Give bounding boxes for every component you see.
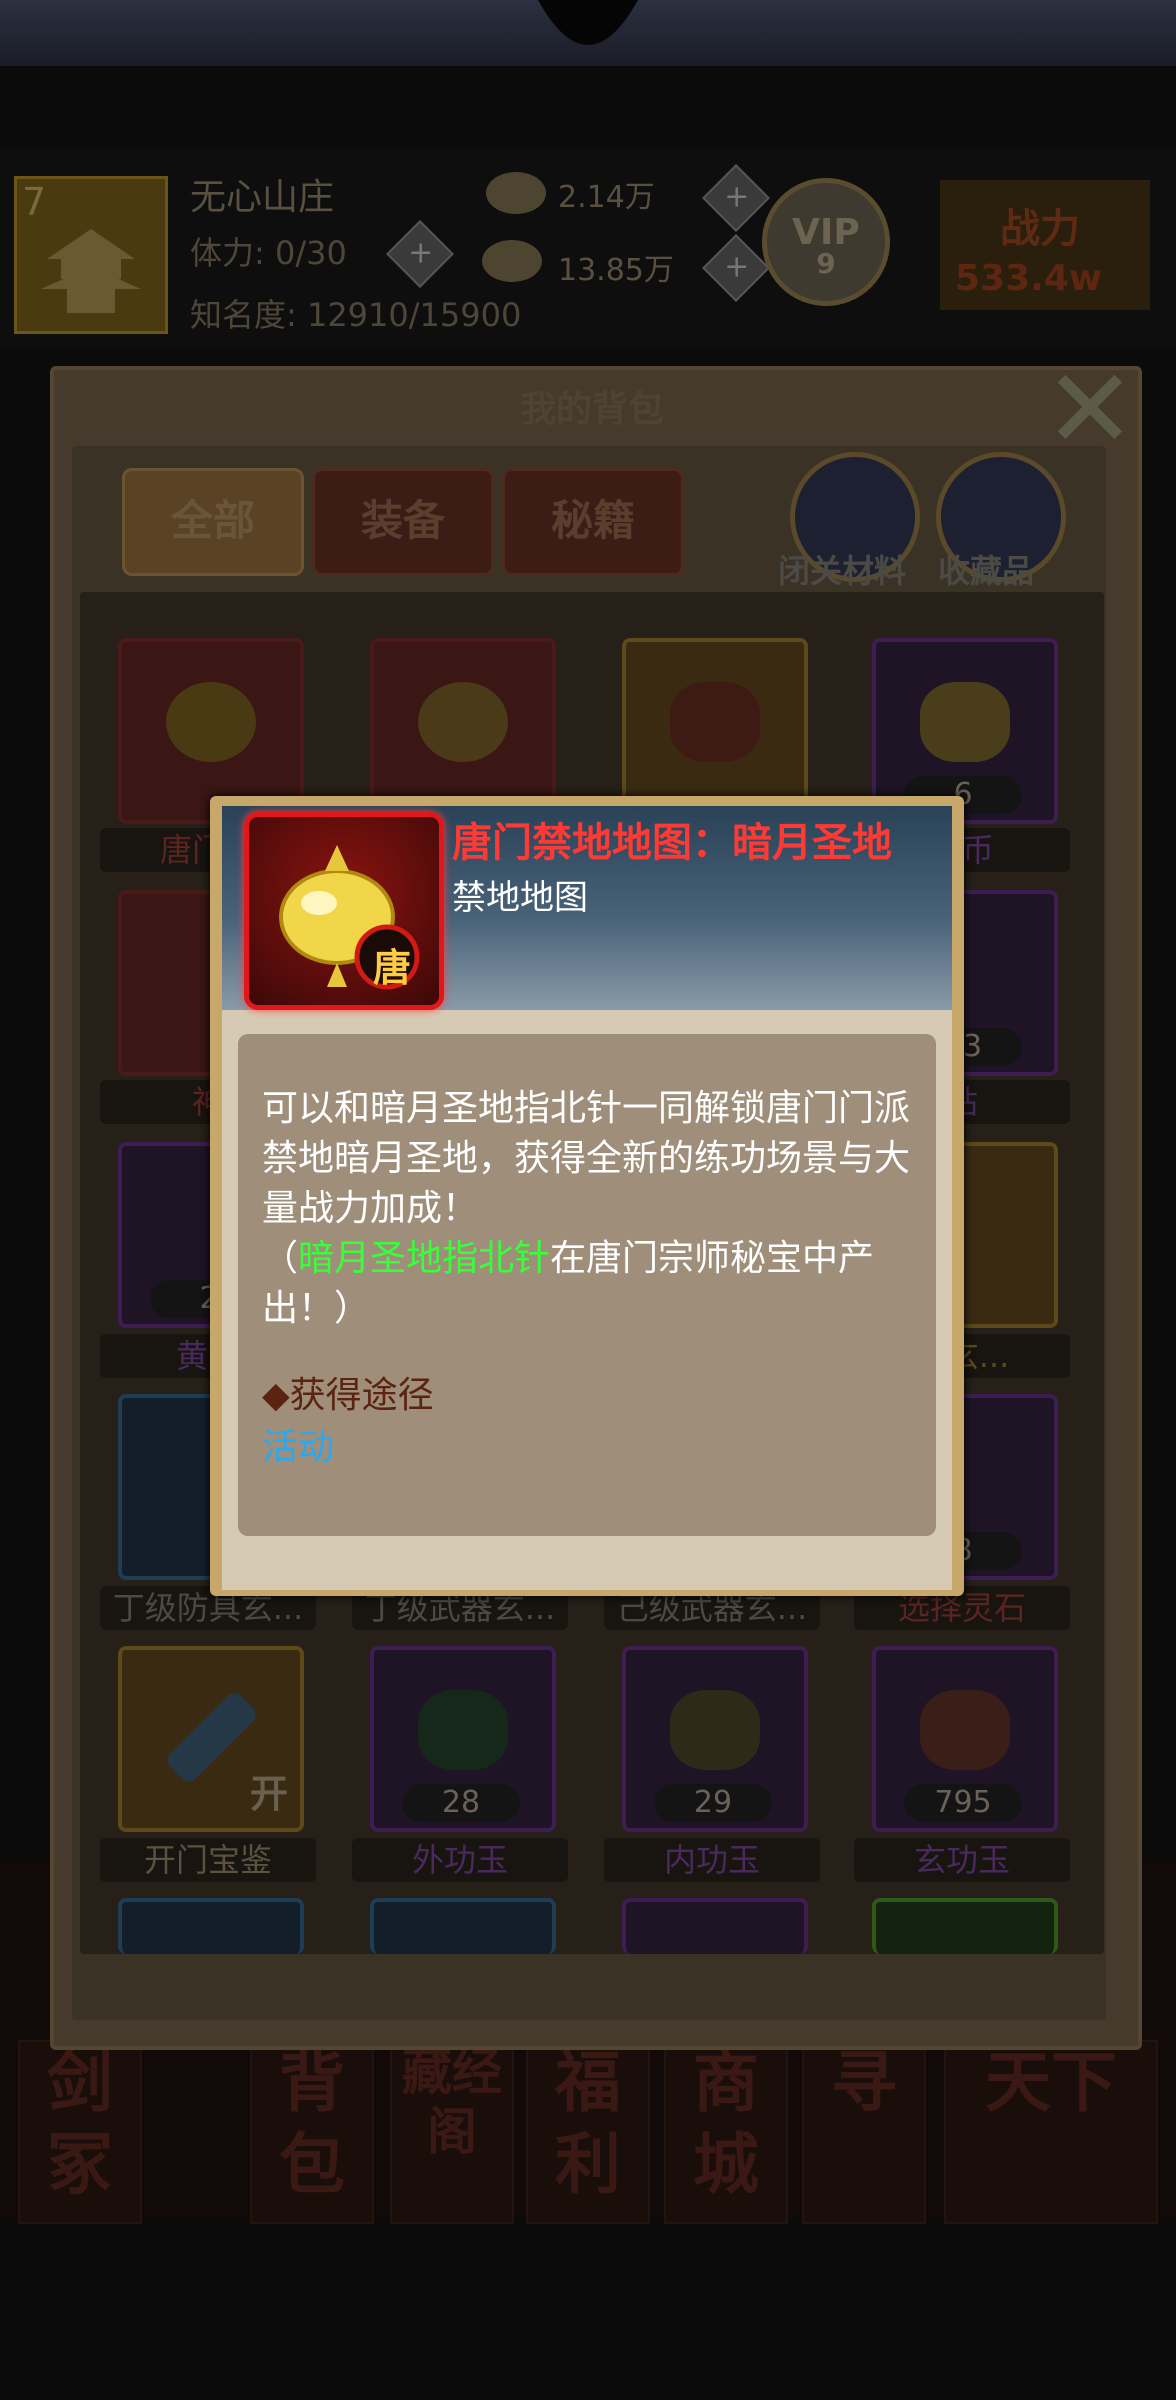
item-slot[interactable]: 28 (370, 1646, 556, 1832)
item-count: 29 (654, 1784, 772, 1822)
gold-amount: 13.85万 (558, 253, 674, 288)
power-value: 533.4w (955, 258, 1103, 299)
nav-sword-tomb[interactable]: 剑冢 (18, 2040, 142, 2224)
nav-welfare[interactable]: 福利 (526, 2040, 650, 2224)
nav-world[interactable]: 天下 (944, 2040, 1158, 2224)
item-name: 玄功玉 (854, 1838, 1070, 1882)
description-text: 可以和暗月圣地指北针一同解锁唐门门派禁地暗月圣地，获得全新的练功场景与大量战力加… (262, 1088, 911, 1229)
item-title: 唐门禁地地图：暗月圣地 (452, 820, 892, 866)
item-badge: 开 (249, 1772, 288, 1816)
item-slot[interactable]: 795 (872, 1646, 1058, 1832)
collectibles-label: 收藏品 (938, 552, 1035, 590)
lantern-icon (166, 682, 256, 762)
nav-shop[interactable]: 商城 (664, 2040, 788, 2224)
jade-icon (920, 1690, 1010, 1770)
plus-icon: + (408, 235, 434, 271)
nav-label: 福利 (555, 2044, 621, 2203)
nav-seek[interactable]: 寻 (802, 2040, 926, 2224)
jade-icon (670, 1690, 760, 1770)
coin-icon (920, 682, 1010, 762)
item-name: 外功玉 (352, 1838, 568, 1882)
silver-amount: 2.14万 (558, 180, 655, 215)
chest-icon (670, 682, 760, 762)
fame-text: 知名度: 12910/15900 (190, 296, 522, 334)
item-badge: 唐 (373, 945, 412, 990)
gold-icon (482, 240, 542, 282)
backpack-title: 我的背包 (519, 389, 664, 430)
item-slot[interactable] (872, 1898, 1058, 1954)
tab-equipment[interactable]: 装备 (312, 468, 494, 576)
vip-badge[interactable]: VIP 9 (762, 178, 890, 306)
item-name: 内功玉 (604, 1838, 820, 1882)
item-count: 795 (904, 1784, 1022, 1822)
compass-icon (418, 682, 508, 762)
player-level: 7 (22, 180, 47, 224)
plus-icon: + (724, 249, 750, 285)
obtain-method-link[interactable]: 活动 (262, 1418, 334, 1470)
item-slot[interactable] (622, 1898, 808, 1954)
tab-all[interactable]: 全部 (122, 468, 304, 576)
silver-icon (486, 172, 546, 214)
item-slot[interactable]: 29 (622, 1646, 808, 1832)
item-type: 禁地地图 (452, 878, 588, 918)
item-icon: 唐 (244, 812, 444, 1010)
player-name: 无心山庄 (190, 177, 335, 218)
item-slot[interactable] (118, 1898, 304, 1954)
seclusion-materials-label: 闭关材料 (778, 552, 907, 590)
plus-icon: + (724, 179, 750, 215)
nav-label: 寻 (831, 2044, 897, 2121)
stamina-text: 体力: 0/30 (190, 234, 347, 272)
jade-icon (418, 1690, 508, 1770)
item-name: 开门宝鉴 (100, 1838, 316, 1882)
nav-library[interactable]: 藏经阁 (390, 2040, 514, 2224)
item-slot[interactable] (370, 1898, 556, 1954)
nav-label: 天下 (985, 2044, 1117, 2121)
power-label: 战力 (1000, 206, 1080, 252)
item-slot[interactable]: 开 (118, 1646, 304, 1832)
item-description: 可以和暗月圣地指北针一同解锁唐门门派禁地暗月圣地，获得全新的练功场景与大量战力加… (262, 1084, 922, 1334)
item-count: 28 (402, 1784, 520, 1822)
tab-manuals[interactable]: 秘籍 (502, 468, 684, 576)
nav-backpack[interactable]: 背包 (250, 2040, 374, 2224)
description-paren: （ (262, 1238, 299, 1279)
obtain-method-label: ◆获得途径 (262, 1375, 434, 1416)
highlight-item-name: 暗月圣地指北针 (298, 1238, 551, 1279)
banner-ornament-icon (538, 0, 638, 45)
nav-label: 背包 (279, 2044, 345, 2203)
vip-level: 9 (816, 247, 836, 280)
nav-label: 剑冢 (47, 2044, 113, 2203)
nav-label: 商城 (693, 2044, 759, 2203)
nav-label: 藏经阁 (402, 2043, 502, 2161)
